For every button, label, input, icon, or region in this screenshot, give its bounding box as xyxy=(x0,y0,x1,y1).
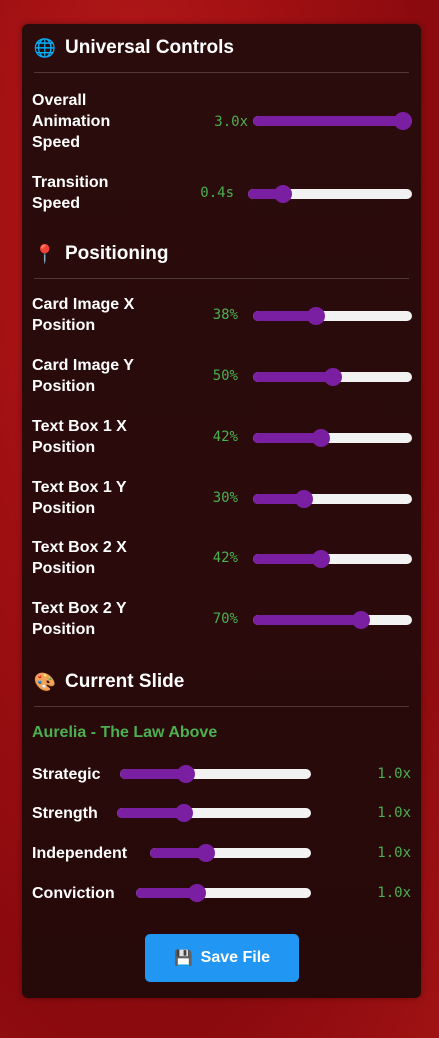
control-value: 42% xyxy=(212,550,238,566)
transition-speed-slider[interactable] xyxy=(248,185,412,203)
trait-label: Strength xyxy=(32,805,98,822)
slider-fill xyxy=(253,554,322,564)
conviction-slider[interactable] xyxy=(136,884,311,902)
text-box-1-x-row: Text Box 1 X Position 42% xyxy=(32,416,412,460)
pushpin-icon: 📍 xyxy=(33,243,57,264)
slider-thumb[interactable] xyxy=(177,765,196,783)
text-box-1-y-row: Text Box 1 Y Position 30% xyxy=(32,477,412,521)
slider-thumb[interactable] xyxy=(323,368,342,386)
slider-thumb[interactable] xyxy=(312,550,331,568)
control-label: Overall Animation Speed xyxy=(32,92,111,151)
slider-thumb[interactable] xyxy=(351,611,370,629)
save-file-button[interactable]: 💾 Save File xyxy=(145,934,299,982)
slide-name: Aurelia - The Law Above xyxy=(32,724,218,741)
slider-thumb[interactable] xyxy=(394,112,412,130)
floppy-disk-icon: 💾 xyxy=(173,950,193,967)
control-label: Card Image X Position xyxy=(32,296,135,334)
control-value: 70% xyxy=(212,611,238,627)
control-label: Text Box 2 Y Position xyxy=(32,600,127,638)
trait-label: Strategic xyxy=(32,766,101,783)
controls-panel: 🌐 Universal Controls Overall Animation S… xyxy=(22,24,421,998)
control-label: Card Image Y Position xyxy=(32,357,134,395)
palette-icon: 🎨 xyxy=(33,671,57,692)
universal-controls-header: 🌐 Universal Controls xyxy=(34,24,409,73)
control-value: 3.0x xyxy=(214,114,248,130)
control-value: 50% xyxy=(212,368,238,384)
slider-fill xyxy=(253,116,403,126)
control-value: 42% xyxy=(212,429,238,445)
slider-thumb[interactable] xyxy=(295,490,314,508)
text-box-2-y-row: Text Box 2 Y Position 70% xyxy=(32,598,412,642)
slider-thumb[interactable] xyxy=(312,429,331,447)
trait-row-strength: Strength 1.0x xyxy=(32,803,411,825)
section-title: Universal Controls xyxy=(65,37,234,58)
card-image-x-slider[interactable] xyxy=(253,307,412,325)
strength-slider[interactable] xyxy=(117,804,311,822)
positioning-header: 📍 Positioning xyxy=(34,230,409,279)
trait-row-independent: Independent 1.0x xyxy=(32,843,411,865)
text-box-2-y-slider[interactable] xyxy=(253,611,412,629)
text-box-2-x-row: Text Box 2 X Position 42% xyxy=(32,537,412,581)
independent-slider[interactable] xyxy=(150,844,311,862)
slider-fill xyxy=(117,808,185,818)
section-title: Positioning xyxy=(65,243,169,264)
card-image-y-row: Card Image Y Position 50% xyxy=(32,355,412,399)
slider-thumb[interactable] xyxy=(187,884,206,902)
trait-value: 1.0x xyxy=(377,885,411,901)
trait-label: Conviction xyxy=(32,885,115,902)
current-slide-header: 🎨 Current Slide xyxy=(34,658,409,707)
slider-fill xyxy=(253,433,322,443)
overall-animation-speed-row: Overall Animation Speed 3.0x xyxy=(32,90,412,156)
strategic-slider[interactable] xyxy=(120,765,311,783)
transition-speed-row: Transition Speed 0.4s xyxy=(32,172,412,216)
control-label: Text Box 2 X Position xyxy=(32,539,127,577)
slider-thumb[interactable] xyxy=(306,307,325,325)
trait-value: 1.0x xyxy=(377,766,411,782)
control-label: Transition Speed xyxy=(32,174,109,212)
slider-thumb[interactable] xyxy=(274,185,293,203)
control-value: 30% xyxy=(212,490,238,506)
text-box-1-x-slider[interactable] xyxy=(253,429,412,447)
trait-value: 1.0x xyxy=(377,845,411,861)
slider-fill xyxy=(253,372,333,382)
globe-icon: 🌐 xyxy=(33,37,57,58)
trait-value: 1.0x xyxy=(377,805,411,821)
slider-thumb[interactable] xyxy=(197,844,216,862)
card-image-y-slider[interactable] xyxy=(253,368,412,386)
card-image-x-row: Card Image X Position 38% xyxy=(32,294,412,338)
slider-thumb[interactable] xyxy=(175,804,194,822)
trait-label: Independent xyxy=(32,845,128,862)
control-value: 38% xyxy=(212,307,238,323)
trait-row-conviction: Conviction 1.0x xyxy=(32,883,411,905)
control-label: Text Box 1 X Position xyxy=(32,418,127,456)
control-label: Text Box 1 Y Position xyxy=(32,479,127,517)
trait-row-strategic: Strategic 1.0x xyxy=(32,764,411,786)
section-title: Current Slide xyxy=(65,671,185,692)
text-box-2-x-slider[interactable] xyxy=(253,550,412,568)
overall-animation-speed-slider[interactable] xyxy=(253,112,412,130)
text-box-1-y-slider[interactable] xyxy=(253,490,412,508)
slider-fill xyxy=(253,615,361,625)
control-value: 0.4s xyxy=(200,185,234,201)
save-button-label: Save File xyxy=(200,949,271,966)
